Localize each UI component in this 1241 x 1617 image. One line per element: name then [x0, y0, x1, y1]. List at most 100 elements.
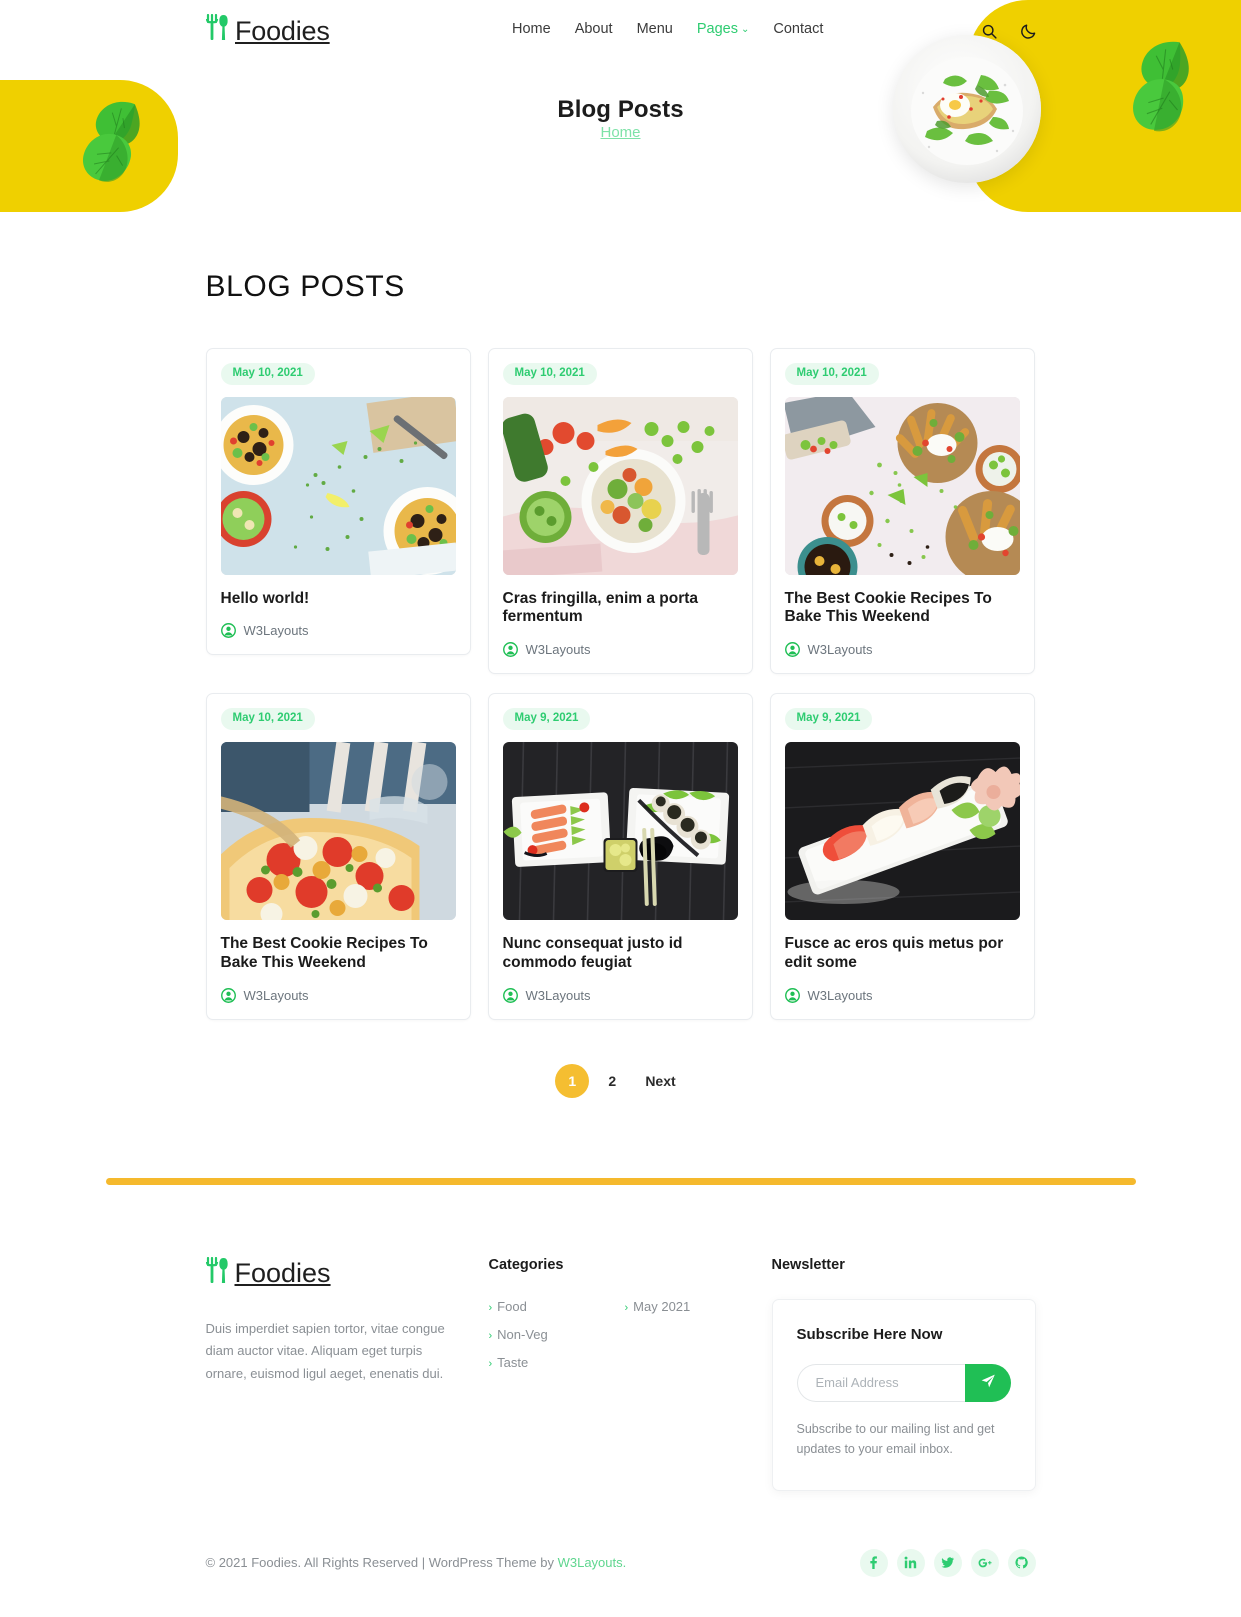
nav-item-home[interactable]: Home	[512, 21, 551, 37]
pagination: 1 2 Next	[206, 1063, 1036, 1098]
footer-bottom-bar: © 2021 Foodies. All Rights Reserved | Wo…	[0, 1548, 1241, 1617]
post-title[interactable]: Hello world!	[221, 590, 456, 609]
post-title[interactable]: The Best Cookie Recipes To Bake This Wee…	[785, 590, 1020, 628]
post-title[interactable]: Cras fringilla, enim a porta fermentum	[503, 590, 738, 628]
section-divider	[105, 1177, 1136, 1185]
post-thumbnail[interactable]	[220, 741, 456, 920]
blog-card[interactable]: May 10, 2021	[205, 348, 471, 656]
blog-grid: May 10, 2021 Hello world! W3Layouts May …	[205, 348, 1036, 1020]
pagination-page-2[interactable]: 2	[595, 1064, 629, 1098]
nav-item-pages-label: Pages	[696, 21, 738, 37]
post-date-badge: May 10, 2021	[220, 708, 315, 730]
post-author: W3Layouts	[784, 642, 1020, 658]
category-link-label: Taste	[497, 1354, 529, 1370]
header-actions	[978, 20, 1040, 42]
post-thumbnail[interactable]	[784, 741, 1020, 920]
twitter-icon[interactable]	[933, 1548, 962, 1577]
post-thumbnail[interactable]	[502, 396, 738, 575]
blog-card[interactable]: May 10, 2021	[769, 348, 1035, 675]
footer-about-column: Foodies Duis imperdiet sapien tortor, vi…	[205, 1256, 489, 1491]
post-author-name: W3Layouts	[243, 623, 309, 639]
main-content: BLOG POSTS May 10, 2021 Hello world! W3L…	[205, 270, 1036, 1098]
brand-logo[interactable]: Foodies	[205, 13, 330, 48]
newsletter-card: Subscribe Here Now Subscribe to our mail…	[771, 1298, 1036, 1491]
post-thumbnail[interactable]	[784, 396, 1020, 575]
category-link-label: Food	[497, 1298, 527, 1314]
footer-brand-name: Foodies	[234, 1258, 331, 1289]
archive-link-label: May 2021	[633, 1298, 691, 1314]
google-plus-icon[interactable]	[970, 1548, 999, 1577]
footer-brand-logo[interactable]: Foodies	[205, 1256, 489, 1291]
archive-link-may-2021[interactable]: › May 2021	[625, 1299, 772, 1314]
post-author-name: W3Layouts	[525, 642, 591, 658]
post-author: W3Layouts	[784, 987, 1020, 1003]
main-nav: Home About Menu Pages ⌄ Contact	[512, 21, 823, 37]
footer-about-text: Duis imperdiet sapien tortor, vitae cong…	[205, 1320, 445, 1382]
chevron-right-icon: ›	[488, 1357, 493, 1370]
copyright-link[interactable]: W3Layouts.	[558, 1555, 627, 1570]
chevron-down-icon: ⌄	[741, 24, 750, 35]
page-title: Blog Posts	[557, 96, 684, 123]
hero-banner: Foodies Home About Menu Pages ⌄ Contact B…	[0, 0, 1241, 212]
brand-name: Foodies	[235, 15, 330, 46]
user-icon	[502, 987, 518, 1003]
section-title: BLOG POSTS	[205, 270, 405, 303]
post-thumbnail[interactable]	[502, 741, 738, 920]
cutlery-icon	[205, 1256, 228, 1291]
post-date-badge: May 9, 2021	[502, 708, 591, 730]
search-icon[interactable]	[978, 20, 1000, 42]
post-author-name: W3Layouts	[807, 987, 873, 1003]
category-link-non-veg[interactable]: › Non-Veg	[489, 1327, 625, 1342]
pagination-page-1[interactable]: 1	[555, 1063, 590, 1098]
category-link-label: Non-Veg	[497, 1326, 548, 1342]
facebook-icon[interactable]	[859, 1548, 888, 1577]
subscribe-form	[796, 1363, 1011, 1402]
category-grid-spacer	[625, 1327, 772, 1342]
subscribe-submit-button[interactable]	[964, 1363, 1011, 1402]
post-author-name: W3Layouts	[525, 987, 591, 1003]
github-icon[interactable]	[1007, 1548, 1036, 1577]
post-date-badge: May 10, 2021	[502, 363, 597, 385]
post-author: W3Layouts	[220, 623, 456, 639]
post-title[interactable]: Nunc consequat justo id commodo feugiat	[503, 935, 738, 973]
newsletter-note: Subscribe to our mailing list and get up…	[796, 1421, 995, 1457]
blog-card[interactable]: May 9, 2021	[769, 693, 1035, 1020]
post-author: W3Layouts	[502, 987, 738, 1003]
nav-item-menu[interactable]: Menu	[637, 21, 673, 37]
blog-card[interactable]: May 9, 2021	[487, 693, 753, 1020]
send-icon	[980, 1373, 996, 1392]
nav-item-about[interactable]: About	[575, 21, 613, 37]
breadcrumb-home[interactable]: Home	[600, 124, 640, 141]
social-links	[859, 1548, 1036, 1577]
site-footer: Foodies Duis imperdiet sapien tortor, vi…	[0, 1185, 1241, 1617]
post-author: W3Layouts	[502, 642, 738, 658]
nav-item-pages[interactable]: Pages ⌄	[697, 21, 750, 37]
post-title[interactable]: The Best Cookie Recipes To Bake This Wee…	[221, 935, 456, 973]
category-link-food[interactable]: › Food	[489, 1299, 625, 1314]
user-icon	[784, 987, 800, 1003]
pagination-next[interactable]: Next	[635, 1064, 685, 1098]
post-thumbnail[interactable]	[220, 396, 456, 575]
footer-newsletter-column: Newsletter Subscribe Here Now Subscribe …	[771, 1257, 1036, 1491]
user-icon	[220, 987, 236, 1003]
linkedin-icon[interactable]	[896, 1548, 925, 1577]
chevron-right-icon: ›	[624, 1301, 629, 1314]
site-header: Foodies Home About Menu Pages ⌄ Contact	[0, 0, 1241, 62]
user-icon	[502, 642, 518, 658]
category-link-taste[interactable]: › Taste	[489, 1355, 625, 1370]
footer-categories-heading: Categories	[488, 1256, 564, 1273]
copyright-prefix: © 2021 Foodies. All Rights Reserved | Wo…	[205, 1555, 558, 1571]
post-title[interactable]: Fusce ac eros quis metus por edit some	[785, 935, 1020, 973]
post-date-badge: May 9, 2021	[784, 708, 873, 730]
nav-item-contact[interactable]: Contact	[773, 21, 823, 37]
post-author-name: W3Layouts	[807, 642, 873, 658]
moon-icon[interactable]	[1018, 20, 1040, 42]
blog-card[interactable]: May 10, 2021	[487, 348, 753, 675]
copyright-text: © 2021 Foodies. All Rights Reserved | Wo…	[206, 1555, 627, 1570]
user-icon	[220, 623, 236, 639]
chevron-right-icon: ›	[488, 1301, 493, 1314]
hero-text: Blog Posts Home	[0, 96, 1241, 142]
post-date-badge: May 10, 2021	[784, 363, 879, 385]
email-input[interactable]	[796, 1363, 965, 1402]
blog-card[interactable]: May 10, 2021	[205, 693, 471, 1020]
